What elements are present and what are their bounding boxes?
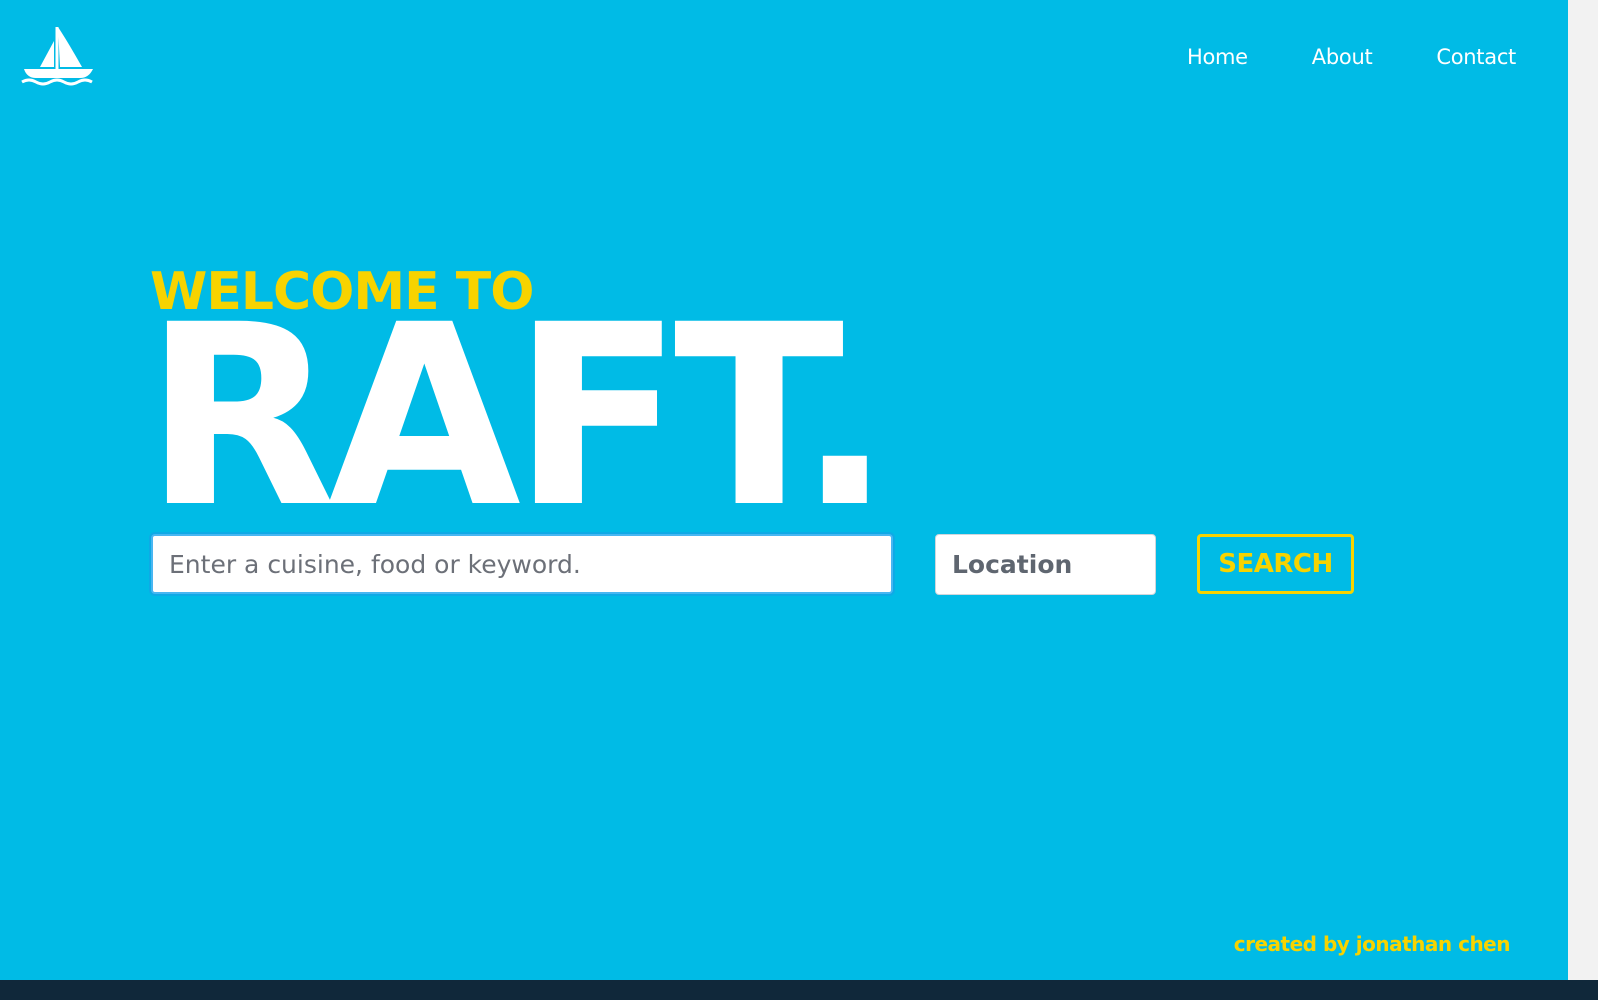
main-nav: Home About Contact xyxy=(1187,42,1516,72)
location-input[interactable] xyxy=(935,534,1156,595)
page-background: Home About Contact WELCOME TO RAFT. SEAR… xyxy=(0,0,1568,980)
sailboat-icon[interactable] xyxy=(20,25,95,87)
window-edge-bottom xyxy=(0,980,1598,1000)
keyword-search-input[interactable] xyxy=(151,534,893,594)
author-credit: created by jonathan chen xyxy=(1233,932,1511,956)
search-button[interactable]: SEARCH xyxy=(1197,534,1354,594)
brand-title: RAFT. xyxy=(144,271,892,562)
nav-link-about[interactable]: About xyxy=(1312,42,1373,72)
nav-link-contact[interactable]: Contact xyxy=(1436,42,1516,72)
window-edge-right xyxy=(1568,0,1598,1000)
nav-link-home[interactable]: Home xyxy=(1187,42,1248,72)
